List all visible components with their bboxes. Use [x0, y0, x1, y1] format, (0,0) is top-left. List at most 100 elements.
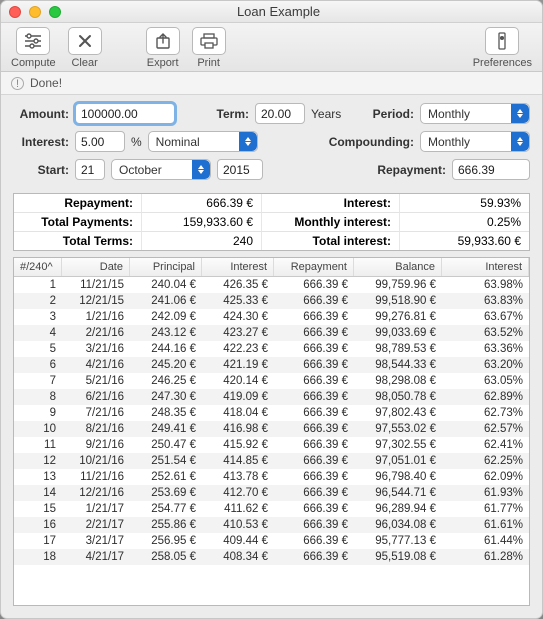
- amount-field[interactable]: [75, 103, 175, 124]
- close-window-button[interactable]: [9, 6, 21, 18]
- cell: 666.39 €: [274, 277, 354, 293]
- column-header[interactable]: Interest: [202, 258, 274, 276]
- cell: 95,777.13 €: [354, 533, 442, 549]
- table-row[interactable]: 212/21/15241.06 €425.33 €666.39 €99,518.…: [14, 293, 529, 309]
- repayment-label: Repayment:: [377, 163, 446, 177]
- term-field[interactable]: [255, 103, 305, 124]
- x-icon: [77, 33, 93, 49]
- interest-unit: %: [131, 135, 142, 149]
- start-year-field[interactable]: [217, 159, 263, 180]
- export-label: Export: [147, 57, 179, 69]
- cell: 98,050.78 €: [354, 389, 442, 405]
- cell: 425.33 €: [202, 293, 274, 309]
- cell: 11/21/16: [62, 469, 130, 485]
- summary-label: Total interest:: [262, 232, 400, 250]
- table-row[interactable]: 173/21/17256.95 €409.44 €666.39 €95,777.…: [14, 533, 529, 549]
- cell: 10: [14, 421, 62, 437]
- cell: 666.39 €: [274, 469, 354, 485]
- summary-label: Total Terms:: [14, 232, 142, 250]
- schedule-header[interactable]: #/240^DatePrincipalInterestRepaymentBala…: [14, 258, 529, 277]
- table-row[interactable]: 42/21/16243.12 €423.27 €666.39 €99,033.6…: [14, 325, 529, 341]
- column-header[interactable]: Interest: [442, 258, 529, 276]
- table-row[interactable]: 111/21/15240.04 €426.35 €666.39 €99,759.…: [14, 277, 529, 293]
- cell: 98,544.33 €: [354, 357, 442, 373]
- table-row[interactable]: 31/21/16242.09 €424.30 €666.39 €99,276.8…: [14, 309, 529, 325]
- start-label: Start:: [13, 163, 69, 177]
- cell: 8: [14, 389, 62, 405]
- interest-type-select[interactable]: Nominal: [148, 131, 258, 152]
- printer-icon: [199, 32, 219, 50]
- period-select[interactable]: Monthly: [420, 103, 530, 124]
- print-button[interactable]: Print: [192, 27, 226, 69]
- cell: 17: [14, 533, 62, 549]
- cell: 411.62 €: [202, 501, 274, 517]
- table-row[interactable]: 108/21/16249.41 €416.98 €666.39 €97,553.…: [14, 421, 529, 437]
- table-row[interactable]: 184/21/17258.05 €408.34 €666.39 €95,519.…: [14, 549, 529, 565]
- cell: 241.06 €: [130, 293, 202, 309]
- cell: 12: [14, 453, 62, 469]
- cell: 2: [14, 293, 62, 309]
- table-row[interactable]: 86/21/16247.30 €419.09 €666.39 €98,050.7…: [14, 389, 529, 405]
- cell: 412.70 €: [202, 485, 274, 501]
- summary-value: 159,933.60 €: [142, 213, 262, 232]
- table-row[interactable]: 97/21/16248.35 €418.04 €666.39 €97,802.4…: [14, 405, 529, 421]
- cell: 63.20%: [442, 357, 529, 373]
- cell: 246.25 €: [130, 373, 202, 389]
- table-row[interactable]: 1311/21/16252.61 €413.78 €666.39 €96,798…: [14, 469, 529, 485]
- amount-label: Amount:: [13, 107, 69, 121]
- period-value: Monthly: [428, 107, 470, 121]
- cell: 6/21/16: [62, 389, 130, 405]
- cell: 97,553.02 €: [354, 421, 442, 437]
- compounding-select[interactable]: Monthly: [420, 131, 530, 152]
- table-row[interactable]: 75/21/16246.25 €420.14 €666.39 €98,298.0…: [14, 373, 529, 389]
- preferences-icon: [495, 31, 509, 51]
- start-month-select[interactable]: October: [111, 159, 211, 180]
- table-row[interactable]: 151/21/17254.77 €411.62 €666.39 €96,289.…: [14, 501, 529, 517]
- cell: 253.69 €: [130, 485, 202, 501]
- column-header[interactable]: #/240^: [14, 258, 62, 276]
- cell: 243.12 €: [130, 325, 202, 341]
- clear-button[interactable]: Clear: [68, 27, 102, 69]
- info-icon: !: [11, 77, 24, 90]
- cell: 666.39 €: [274, 501, 354, 517]
- cell: 96,544.71 €: [354, 485, 442, 501]
- cell: 9/21/16: [62, 437, 130, 453]
- compute-button[interactable]: Compute: [11, 27, 56, 69]
- term-label: Term:: [209, 107, 249, 121]
- cell: 18: [14, 549, 62, 565]
- schedule-body[interactable]: 111/21/15240.04 €426.35 €666.39 €99,759.…: [14, 277, 529, 605]
- export-icon: [154, 32, 172, 50]
- cell: 666.39 €: [274, 373, 354, 389]
- table-row[interactable]: 64/21/16245.20 €421.19 €666.39 €98,544.3…: [14, 357, 529, 373]
- column-header[interactable]: Balance: [354, 258, 442, 276]
- summary-value: 666.39 €: [142, 194, 262, 213]
- cell: 4: [14, 325, 62, 341]
- table-row[interactable]: 53/21/16244.16 €422.23 €666.39 €98,789.5…: [14, 341, 529, 357]
- column-header[interactable]: Principal: [130, 258, 202, 276]
- table-row[interactable]: 1412/21/16253.69 €412.70 €666.39 €96,544…: [14, 485, 529, 501]
- cell: 419.09 €: [202, 389, 274, 405]
- table-row[interactable]: 162/21/17255.86 €410.53 €666.39 €96,034.…: [14, 517, 529, 533]
- preferences-label: Preferences: [473, 57, 532, 69]
- export-button[interactable]: Export: [146, 27, 180, 69]
- cell: 99,276.81 €: [354, 309, 442, 325]
- column-header[interactable]: Date: [62, 258, 130, 276]
- cell: 12/21/15: [62, 293, 130, 309]
- repayment-field[interactable]: [452, 159, 530, 180]
- cell: 96,034.08 €: [354, 517, 442, 533]
- cell: 99,518.90 €: [354, 293, 442, 309]
- column-header[interactable]: Repayment: [274, 258, 354, 276]
- preferences-button[interactable]: Preferences: [473, 27, 532, 69]
- clear-label: Clear: [71, 57, 97, 69]
- cell: 63.36%: [442, 341, 529, 357]
- table-row[interactable]: 1210/21/16251.54 €414.85 €666.39 €97,051…: [14, 453, 529, 469]
- interest-field[interactable]: [75, 131, 125, 152]
- start-day-field[interactable]: [75, 159, 105, 180]
- chevron-updown-icon: [192, 160, 210, 179]
- cell: 666.39 €: [274, 341, 354, 357]
- summary-row: Total Terms:240Total interest:59,933.60 …: [14, 232, 529, 250]
- cell: 2/21/16: [62, 325, 130, 341]
- cell: 666.39 €: [274, 453, 354, 469]
- table-row[interactable]: 119/21/16250.47 €415.92 €666.39 €97,302.…: [14, 437, 529, 453]
- cell: 5: [14, 341, 62, 357]
